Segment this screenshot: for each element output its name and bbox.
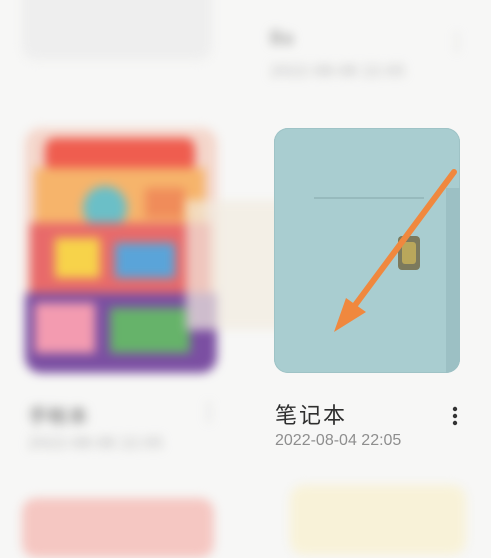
top-right-date: 2022-08-08 22:05 [270,62,406,80]
top-right-more-icon[interactable]: ⋮ [446,30,468,55]
notebook-cover-art [274,128,460,373]
left-notebook-title: 手帐本 [28,404,88,428]
more-vertical-icon [452,406,458,426]
bottom-right-cover[interactable] [290,485,466,555]
top-left-cover[interactable] [22,0,212,60]
notebook-more-icon[interactable] [446,404,464,428]
notebook-title: 笔记本 [275,404,348,429]
notebook-date: 2022-08-04 22:05 [275,432,402,449]
left-notebook-date: 2022-08-08 22:05 [28,434,164,452]
left-more-icon[interactable]: ⋮ [198,400,220,425]
notebook-cover[interactable] [274,128,460,373]
top-right-title: Ba [270,28,294,49]
bottom-left-cover[interactable] [22,498,214,558]
